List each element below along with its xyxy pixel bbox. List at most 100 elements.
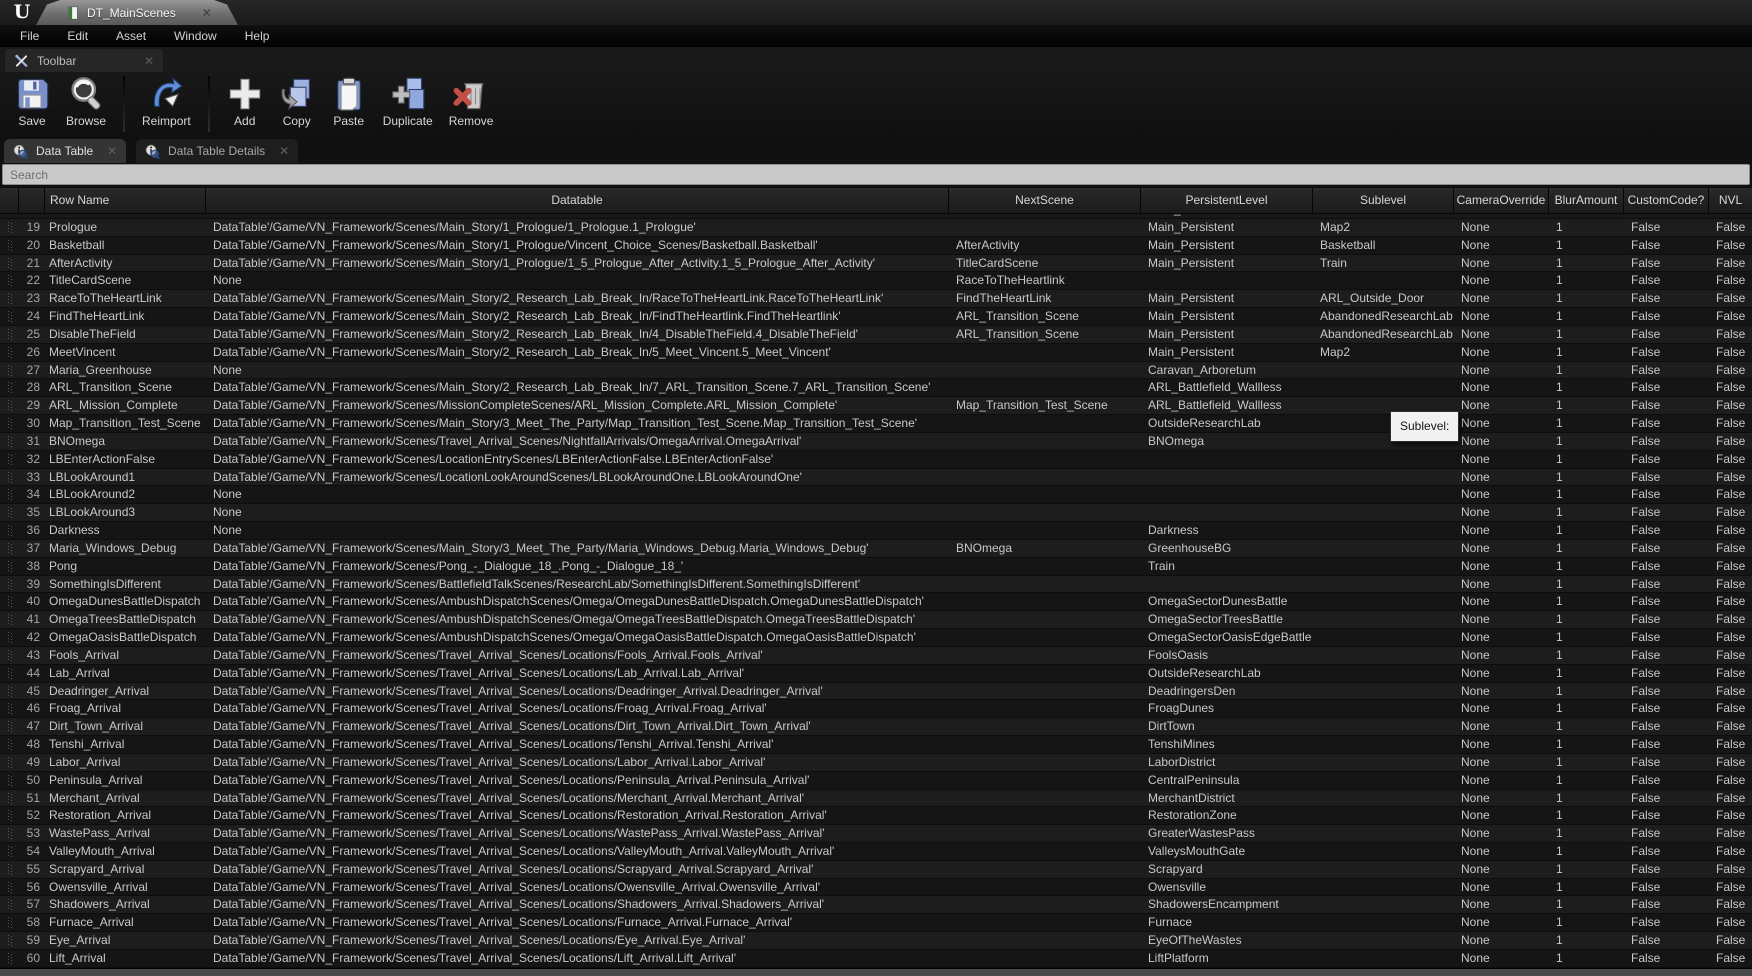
row-name-cell[interactable]: Tenshi_Arrival [44,736,205,754]
menu-item-asset[interactable]: Asset [102,25,160,47]
customcode-cell[interactable]: False [1623,379,1708,397]
nextscene-cell[interactable]: ARL_Transition_Scene [948,308,1140,326]
cameraoverride-cell[interactable]: None [1453,647,1548,665]
bluramount-cell[interactable]: 1 [1548,397,1623,415]
nextscene-cell[interactable] [948,344,1140,362]
sublevel-cell[interactable] [1312,379,1453,397]
nvl-cell[interactable]: False [1708,558,1752,576]
nvl-cell[interactable]: False [1708,469,1752,487]
table-row[interactable]: 29 ARL_Mission_Complete DataTable'/Game/… [0,397,1752,415]
datatable-cell[interactable]: DataTable'/Game/VN_Framework/Scenes/Trav… [205,825,948,843]
nextscene-cell[interactable] [948,469,1140,487]
row-name-cell[interactable]: ValleyMouth_Arrival [44,843,205,861]
persistentlevel-cell[interactable] [1140,486,1312,504]
nextscene-cell[interactable]: ARL_Transition_Scene [948,326,1140,344]
nvl-cell[interactable]: False [1708,433,1752,451]
datatable-cell[interactable]: DataTable'/Game/VN_Framework/Scenes/Trav… [205,718,948,736]
row-drag-handle-icon[interactable] [0,611,18,629]
row-name-cell[interactable]: Froag_Arrival [44,700,205,718]
cameraoverride-cell[interactable]: None [1453,861,1548,879]
bluramount-cell[interactable]: 1 [1548,326,1623,344]
row-name-cell[interactable]: BNOmega [44,433,205,451]
datatable-cell[interactable]: DataTable'/Game/VN_Framework/Scenes/Ambu… [205,629,948,647]
sublevel-cell[interactable] [1312,754,1453,772]
datatable-cell[interactable]: DataTable'/Game/VN_Framework/Scenes/Trav… [205,932,948,950]
cameraoverride-cell[interactable]: None [1453,504,1548,522]
cameraoverride-cell[interactable]: None [1453,540,1548,558]
bluramount-cell[interactable]: 1 [1548,950,1623,968]
datatable-cell[interactable]: DataTable'/Game/VN_Framework/Scenes/Trav… [205,790,948,808]
nvl-cell[interactable]: False [1708,379,1752,397]
column-header-sublevel[interactable]: Sublevel [1312,188,1453,213]
bluramount-cell[interactable]: 1 [1548,272,1623,290]
bluramount-cell[interactable]: 1 [1548,665,1623,683]
nextscene-cell[interactable] [948,451,1140,469]
row-name-cell[interactable]: OmegaOasisBattleDispatch [44,629,205,647]
row-drag-handle-icon[interactable] [0,576,18,594]
row-drag-handle-icon[interactable] [0,736,18,754]
table-row[interactable]: 38 Pong DataTable'/Game/VN_Framework/Sce… [0,558,1752,576]
table-row[interactable]: 50 Peninsula_Arrival DataTable'/Game/VN_… [0,772,1752,790]
customcode-cell[interactable]: False [1623,932,1708,950]
persistentlevel-cell[interactable] [1140,451,1312,469]
row-name-cell[interactable]: Prologue [44,219,205,237]
persistentlevel-cell[interactable]: GreaterWastesPass [1140,825,1312,843]
sublevel-cell[interactable] [1312,629,1453,647]
table-row[interactable]: 55 Scrapyard_Arrival DataTable'/Game/VN_… [0,861,1752,879]
column-header-bluramount[interactable]: BlurAmount [1548,188,1623,213]
datatable-cell[interactable]: DataTable'/Game/VN_Framework/Scenes/Trav… [205,665,948,683]
nextscene-cell[interactable] [948,843,1140,861]
cameraoverride-cell[interactable]: None [1453,950,1548,968]
nvl-cell[interactable]: False [1708,290,1752,308]
row-name-cell[interactable]: Deadringer_Arrival [44,683,205,701]
cameraoverride-cell[interactable]: None [1453,736,1548,754]
cameraoverride-cell[interactable]: None [1453,433,1548,451]
table-row[interactable]: 44 Lab_Arrival DataTable'/Game/VN_Framew… [0,665,1752,683]
persistentlevel-cell[interactable]: BNOmega [1140,433,1312,451]
row-name-cell[interactable]: Shadowers_Arrival [44,896,205,914]
row-name-cell[interactable]: LBEnterActionFalse [44,451,205,469]
cameraoverride-cell[interactable]: None [1453,415,1548,433]
row-name-cell[interactable]: LBLookAround3 [44,504,205,522]
cameraoverride-cell[interactable]: None [1453,700,1548,718]
row-name-cell[interactable]: Maria_Greenhouse [44,362,205,380]
table-row[interactable]: 31 BNOmega DataTable'/Game/VN_Framework/… [0,433,1752,451]
sublevel-cell[interactable] [1312,807,1453,825]
row-drag-handle-icon[interactable] [0,825,18,843]
cameraoverride-cell[interactable]: None [1453,522,1548,540]
sublevel-cell[interactable] [1312,576,1453,594]
cameraoverride-cell[interactable]: None [1453,469,1548,487]
row-drag-handle-icon[interactable] [0,272,18,290]
row-name-cell[interactable]: DisableTheField [44,326,205,344]
table-row[interactable]: 20 Basketball DataTable'/Game/VN_Framewo… [0,237,1752,255]
nextscene-cell[interactable] [948,611,1140,629]
row-drag-handle-icon[interactable] [0,861,18,879]
customcode-cell[interactable]: False [1623,843,1708,861]
row-name-cell[interactable]: Pong [44,558,205,576]
nvl-cell[interactable]: False [1708,950,1752,968]
close-icon[interactable] [107,145,117,157]
nextscene-cell[interactable] [948,914,1140,932]
datatable-cell[interactable]: DataTable'/Game/VN_Framework/Scenes/Trav… [205,896,948,914]
nvl-cell[interactable]: False [1708,807,1752,825]
customcode-cell[interactable]: False [1623,397,1708,415]
row-drag-handle-icon[interactable] [0,362,18,380]
cameraoverride-cell[interactable]: None [1453,558,1548,576]
nextscene-cell[interactable]: BNOmega [948,540,1140,558]
cameraoverride-cell[interactable]: None [1453,718,1548,736]
datatable-cell[interactable]: DataTable'/Game/VN_Framework/Scenes/Trav… [205,754,948,772]
customcode-cell[interactable]: False [1623,950,1708,968]
sublevel-cell[interactable] [1312,683,1453,701]
bluramount-cell[interactable]: 1 [1548,593,1623,611]
row-drag-handle-icon[interactable] [0,469,18,487]
row-drag-handle-icon[interactable] [0,415,18,433]
datatable-cell[interactable]: DataTable'/Game/VN_Framework/Scenes/Ambu… [205,593,948,611]
nvl-cell[interactable]: False [1708,255,1752,273]
sublevel-cell[interactable]: Map2 [1312,344,1453,362]
nvl-cell[interactable]: False [1708,772,1752,790]
customcode-cell[interactable]: False [1623,914,1708,932]
table-row[interactable]: 40 OmegaDunesBattleDispatch DataTable'/G… [0,593,1752,611]
nextscene-cell[interactable]: FindTheHeartLink [948,290,1140,308]
datatable-cell[interactable]: DataTable'/Game/VN_Framework/Scenes/Trav… [205,433,948,451]
customcode-cell[interactable]: False [1623,433,1708,451]
